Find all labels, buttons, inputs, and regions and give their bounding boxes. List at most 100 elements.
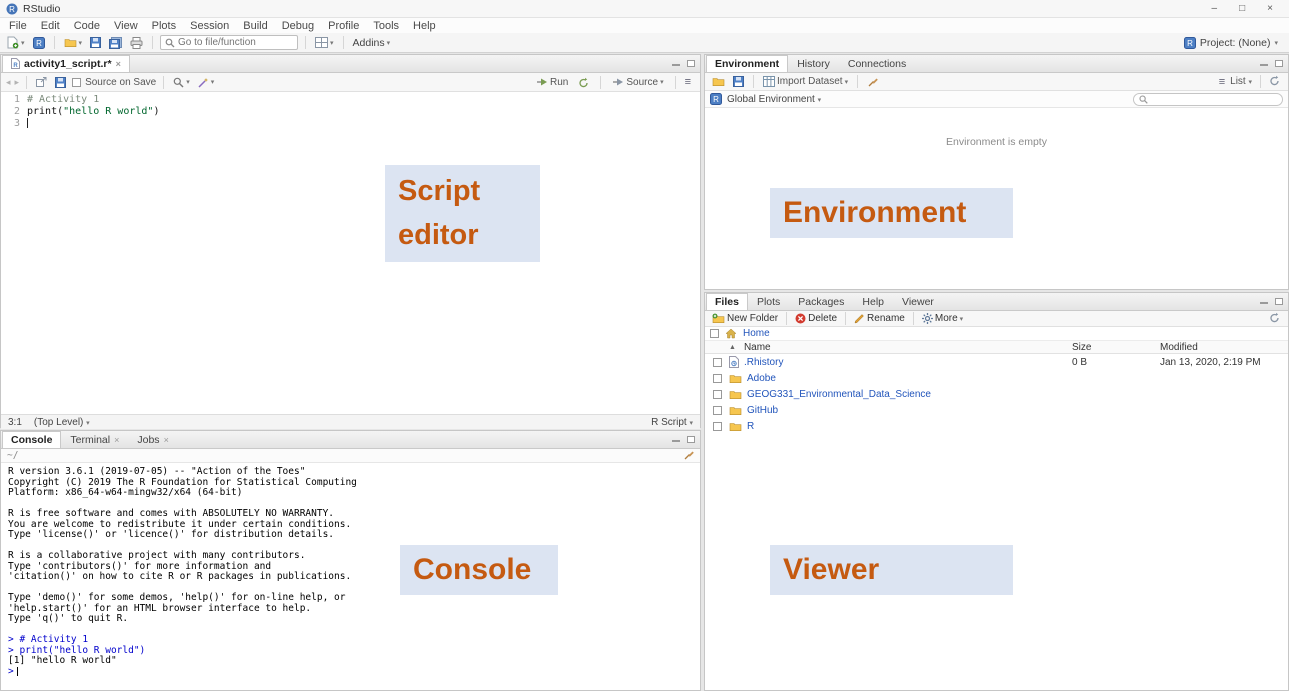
minimize-button[interactable]: – (1212, 3, 1218, 14)
close-icon[interactable]: × (116, 59, 121, 69)
tab-plots[interactable]: Plots (748, 293, 789, 310)
new-project-button[interactable]: R (31, 36, 47, 50)
maximize-pane-icon[interactable] (1275, 298, 1283, 305)
clear-environment-button[interactable] (865, 75, 880, 88)
forward-button[interactable]: ▸ (15, 77, 20, 88)
tab-terminal[interactable]: Terminal× (61, 431, 128, 448)
tab-environment[interactable]: Environment (706, 55, 788, 72)
popout-window-button[interactable] (34, 76, 49, 88)
new-folder-button[interactable]: New Folder (710, 312, 780, 325)
editor-tab-strip: R activity1_script.r* × (1, 55, 700, 73)
import-dataset-button[interactable]: Import Dataset ▾ (761, 75, 850, 88)
delete-button[interactable]: Delete (793, 312, 839, 325)
menu-debug[interactable]: Debug (275, 20, 321, 32)
refresh-environment-button[interactable] (1269, 75, 1280, 89)
broom-icon (867, 76, 878, 87)
menu-file[interactable]: File (2, 20, 34, 32)
addins-dropdown[interactable]: Addins ▾ (351, 36, 393, 50)
save-workspace-button[interactable] (731, 75, 746, 88)
minimize-pane-icon[interactable] (1260, 59, 1268, 67)
menu-help[interactable]: Help (406, 20, 443, 32)
rerun-button[interactable] (576, 76, 591, 89)
find-replace-button[interactable]: ▾ (171, 76, 192, 89)
menu-build[interactable]: Build (236, 20, 274, 32)
document-outline-icon[interactable]: ≡ (685, 77, 691, 87)
maximize-button[interactable]: □ (1239, 3, 1245, 14)
tab-jobs[interactable]: Jobs × (128, 431, 177, 448)
row-checkbox[interactable] (713, 374, 722, 383)
panes-layout-button[interactable]: ▾ (313, 36, 336, 49)
row-checkbox[interactable] (713, 422, 722, 431)
editor-save-button[interactable] (53, 76, 68, 89)
maximize-pane-icon[interactable] (687, 60, 695, 67)
code-editor[interactable]: 1 # Activity 1 2 print("hello R world") … (1, 92, 700, 414)
menu-edit[interactable]: Edit (34, 20, 67, 32)
print-button[interactable] (128, 36, 145, 50)
select-all-checkbox[interactable] (710, 329, 719, 338)
file-name-link[interactable]: Adobe (747, 373, 776, 384)
breadcrumb-home[interactable]: Home (743, 328, 770, 339)
tab-jobs-label: Jobs (137, 434, 159, 446)
file-name-link[interactable]: .Rhistory (744, 357, 783, 368)
project-dropdown[interactable]: R Project: (None) ▾ (1184, 37, 1284, 49)
scope-selector[interactable]: (Top Level) ▾ (34, 417, 90, 428)
load-workspace-button[interactable] (710, 75, 727, 88)
environment-search-input[interactable] (1151, 94, 1276, 104)
more-button[interactable]: More ▾ (920, 312, 965, 325)
close-button[interactable]: × (1267, 3, 1273, 14)
menu-view[interactable]: View (107, 20, 145, 32)
editor-tab-activity1-script[interactable]: R activity1_script.r* × (2, 55, 130, 72)
code-tools-button[interactable]: ▾ (196, 76, 217, 89)
col-name-header[interactable]: ▲Name (729, 342, 1072, 353)
global-environment-selector[interactable]: Global Environment ▾ (727, 94, 821, 105)
maximize-pane-icon[interactable] (687, 436, 695, 443)
rename-button[interactable]: Rename (852, 312, 907, 325)
environment-tab-strip: Environment History Connections (705, 55, 1288, 73)
console-prompt-line[interactable]: > (8, 667, 700, 678)
console-output[interactable]: R version 3.6.1 (2019-07-05) -- "Action … (1, 463, 700, 677)
source-on-save-checkbox[interactable] (72, 78, 81, 87)
save-button[interactable] (88, 36, 103, 49)
row-checkbox[interactable] (713, 358, 722, 367)
minimize-pane-icon[interactable] (672, 59, 680, 67)
minimize-pane-icon[interactable] (1260, 297, 1268, 305)
file-name-link[interactable]: GitHub (747, 405, 778, 416)
back-button[interactable]: ◂ (6, 77, 11, 88)
refresh-files-button[interactable] (1269, 312, 1283, 326)
list-view-selector[interactable]: List ▾ (1230, 76, 1252, 87)
close-icon[interactable]: × (164, 435, 169, 445)
menu-code[interactable]: Code (67, 20, 107, 32)
row-checkbox[interactable] (713, 390, 722, 399)
run-icon (536, 77, 548, 87)
file-name-link[interactable]: GEOG331_Environmental_Data_Science (747, 389, 931, 400)
source-label: Source (626, 77, 658, 88)
tab-connections[interactable]: Connections (839, 55, 915, 72)
svg-text:R: R (36, 39, 42, 48)
save-all-button[interactable] (107, 36, 124, 50)
tab-files[interactable]: Files (706, 293, 748, 310)
goto-file-function-input[interactable] (178, 37, 288, 48)
run-button[interactable]: Run (534, 76, 570, 89)
menu-session[interactable]: Session (183, 20, 236, 32)
close-icon[interactable]: × (114, 435, 119, 445)
open-file-button[interactable]: ▾ (62, 36, 85, 49)
file-name-link[interactable]: R (747, 421, 754, 432)
tab-help[interactable]: Help (853, 293, 893, 310)
row-checkbox[interactable] (713, 406, 722, 415)
file-type-selector[interactable]: R Script ▾ (651, 417, 693, 428)
source-button[interactable]: Source ▾ (610, 76, 665, 89)
tab-viewer[interactable]: Viewer (893, 293, 943, 310)
tab-console[interactable]: Console (2, 431, 61, 448)
maximize-pane-icon[interactable] (1275, 60, 1283, 67)
minimize-pane-icon[interactable] (672, 435, 680, 443)
menu-tools[interactable]: Tools (366, 20, 406, 32)
tab-history[interactable]: History (788, 55, 839, 72)
col-modified-header[interactable]: Modified (1160, 342, 1288, 353)
tab-packages[interactable]: Packages (789, 293, 853, 310)
files-tab-strip: Files Plots Packages Help Viewer (705, 293, 1288, 311)
menu-profile[interactable]: Profile (321, 20, 366, 32)
clear-console-button[interactable] (683, 449, 694, 463)
new-file-button[interactable]: ▾ (5, 35, 27, 50)
col-size-header[interactable]: Size (1072, 342, 1160, 353)
menu-plots[interactable]: Plots (145, 20, 183, 32)
